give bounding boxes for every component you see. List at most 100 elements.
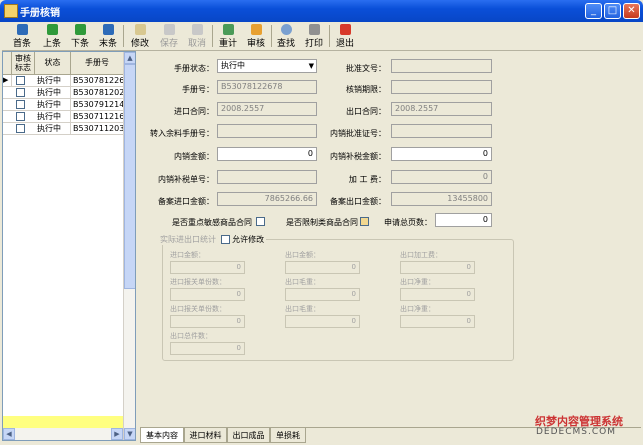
export-processing-label: 出口加工费： [400, 251, 442, 259]
toolbar-separator [123, 25, 124, 47]
print-button[interactable]: 打印 [302, 23, 326, 49]
import-amount-field[interactable]: 0 [170, 261, 245, 274]
watermark-domain: DEDECMS.COM [536, 427, 616, 437]
approval-no-field[interactable] [391, 59, 492, 73]
cancel-button[interactable]: 取消 [184, 23, 210, 49]
export-decl-count-field[interactable]: 0 [170, 315, 245, 328]
export-net-label: 出口净重： [400, 278, 435, 286]
row-status: 执行中 [35, 75, 71, 86]
audit-checkbox[interactable] [16, 76, 25, 85]
export-net2-label: 出口净重： [400, 305, 435, 313]
key-sensitive-checkbox[interactable] [256, 217, 265, 226]
record-export-field[interactable]: 13455800 [391, 192, 492, 206]
domestic-amount-field[interactable]: 0 [217, 147, 317, 161]
tab-export-products[interactable]: 出口成品 [227, 428, 270, 443]
pages-field[interactable]: 0 [435, 213, 492, 227]
domestic-tax-amount-field[interactable]: 0 [391, 147, 492, 161]
domestic-amount-label: 内销金额： [174, 152, 214, 161]
allow-edit-checkbox[interactable] [220, 235, 230, 244]
last-button[interactable]: 末条 [96, 23, 120, 49]
save-icon [163, 24, 175, 35]
audit-checkbox[interactable] [16, 112, 25, 121]
manual-status-select[interactable]: 执行中 ▼ [217, 59, 317, 73]
column-header-status[interactable]: 状态 [35, 52, 71, 74]
transfer-manual-field[interactable] [217, 124, 317, 138]
exit-button[interactable]: 退出 [332, 23, 358, 49]
audit-checkbox[interactable] [16, 88, 25, 97]
import-decl-count-label: 进口报关单份数： [170, 278, 226, 286]
restricted-checkbox[interactable] [360, 217, 369, 226]
export-contract-label: 出口合同： [346, 107, 386, 116]
manual-list-grid[interactable]: 审核标志 状态 手册号 ▶ 执行中 B53078122678 执行中 B5307… [2, 51, 136, 441]
table-row[interactable]: 执行中 B53071121655 [3, 111, 123, 123]
expiry-label: 核销期限： [346, 85, 386, 94]
column-header-audit[interactable]: 审核标志 [12, 52, 35, 74]
row-status: 执行中 [35, 99, 71, 110]
recalc-icon [222, 24, 234, 35]
audit-icon [250, 24, 262, 35]
scroll-thumb[interactable] [124, 64, 135, 289]
tab-unit-loss[interactable]: 单损耗 [270, 428, 306, 443]
domestic-tax-no-field[interactable] [217, 170, 317, 184]
manual-status-label: 手册状态： [174, 64, 214, 73]
export-gross2-label: 出口毛重： [285, 305, 320, 313]
export-gross2-field[interactable]: 0 [285, 315, 360, 328]
table-row[interactable]: 执行中 B53079121403 [3, 99, 123, 111]
domestic-tax-no-label: 内销补税单号： [158, 175, 214, 184]
save-button[interactable]: 保存 [156, 23, 182, 49]
summary-row [3, 416, 123, 428]
audit-button[interactable]: 审核 [243, 23, 269, 49]
column-header-manual-no[interactable]: 手册号 [71, 52, 123, 74]
scroll-down-icon[interactable]: ▼ [124, 428, 135, 440]
export-net-field[interactable]: 0 [400, 288, 475, 301]
recalc-button[interactable]: 重计 [215, 23, 241, 49]
tab-import-materials[interactable]: 进口材料 [184, 428, 227, 443]
table-row[interactable]: 执行中 B53078120229 [3, 87, 123, 99]
import-decl-count-field[interactable]: 0 [170, 288, 245, 301]
table-row[interactable]: ▶ 执行中 B53078122678 [3, 75, 123, 87]
table-row[interactable]: 执行中 B53071120333 [3, 123, 123, 135]
next-button[interactable]: 下条 [68, 23, 92, 49]
export-net2-field[interactable]: 0 [400, 315, 475, 328]
maximize-button[interactable]: □ [604, 3, 621, 19]
print-icon [308, 24, 320, 35]
chevron-down-icon: ▼ [308, 62, 314, 70]
row-status: 执行中 [35, 111, 71, 122]
scroll-left-icon[interactable]: ◀ [3, 428, 15, 440]
export-total-pieces-field[interactable]: 0 [170, 342, 245, 355]
export-contract-field[interactable]: 2008.2557 [391, 102, 492, 116]
cancel-icon [191, 24, 203, 35]
first-button[interactable]: 首条 [10, 23, 34, 49]
expiry-field[interactable] [391, 80, 492, 94]
row-manual-no: B53079121403 [73, 100, 123, 109]
audit-checkbox[interactable] [16, 124, 25, 133]
tab-basic-content[interactable]: 基本内容 [140, 428, 184, 443]
edit-button[interactable]: 修改 [126, 23, 154, 49]
scroll-right-icon[interactable]: ▶ [111, 428, 123, 440]
export-total-pieces-label: 出口总件数： [170, 332, 212, 340]
pages-label: 申请总页数： [384, 218, 432, 227]
domestic-cert-field[interactable] [391, 124, 492, 138]
key-sensitive-label: 是否重点敏感商品合同 [172, 218, 252, 227]
app-icon [4, 4, 18, 18]
export-gross-field[interactable]: 0 [285, 288, 360, 301]
restricted-label: 是否限制类商品合同 [286, 218, 358, 227]
scroll-up-icon[interactable]: ▲ [124, 52, 135, 64]
domestic-tax-amount-label: 内销补税金额： [330, 152, 386, 161]
prev-button[interactable]: 上条 [40, 23, 64, 49]
record-import-field[interactable]: 7865266.66 [217, 192, 317, 206]
processing-fee-field[interactable]: 0 [391, 170, 492, 184]
prev-icon [46, 24, 58, 35]
export-amount-field[interactable]: 0 [285, 261, 360, 274]
audit-checkbox[interactable] [16, 100, 25, 109]
close-button[interactable]: ✕ [623, 3, 640, 19]
approval-no-label: 批准文号： [346, 64, 386, 73]
horizontal-scrollbar[interactable]: ◀ ▶ [3, 428, 123, 440]
export-processing-field[interactable]: 0 [400, 261, 475, 274]
search-button[interactable]: 查找 [274, 23, 298, 49]
row-indicator-header [3, 52, 12, 74]
vertical-scrollbar[interactable]: ▲ ▼ [123, 52, 135, 440]
minimize-button[interactable]: _ [585, 3, 602, 19]
manual-no-field[interactable]: B53078122678 [217, 80, 317, 94]
import-contract-field[interactable]: 2008.2557 [217, 102, 317, 116]
